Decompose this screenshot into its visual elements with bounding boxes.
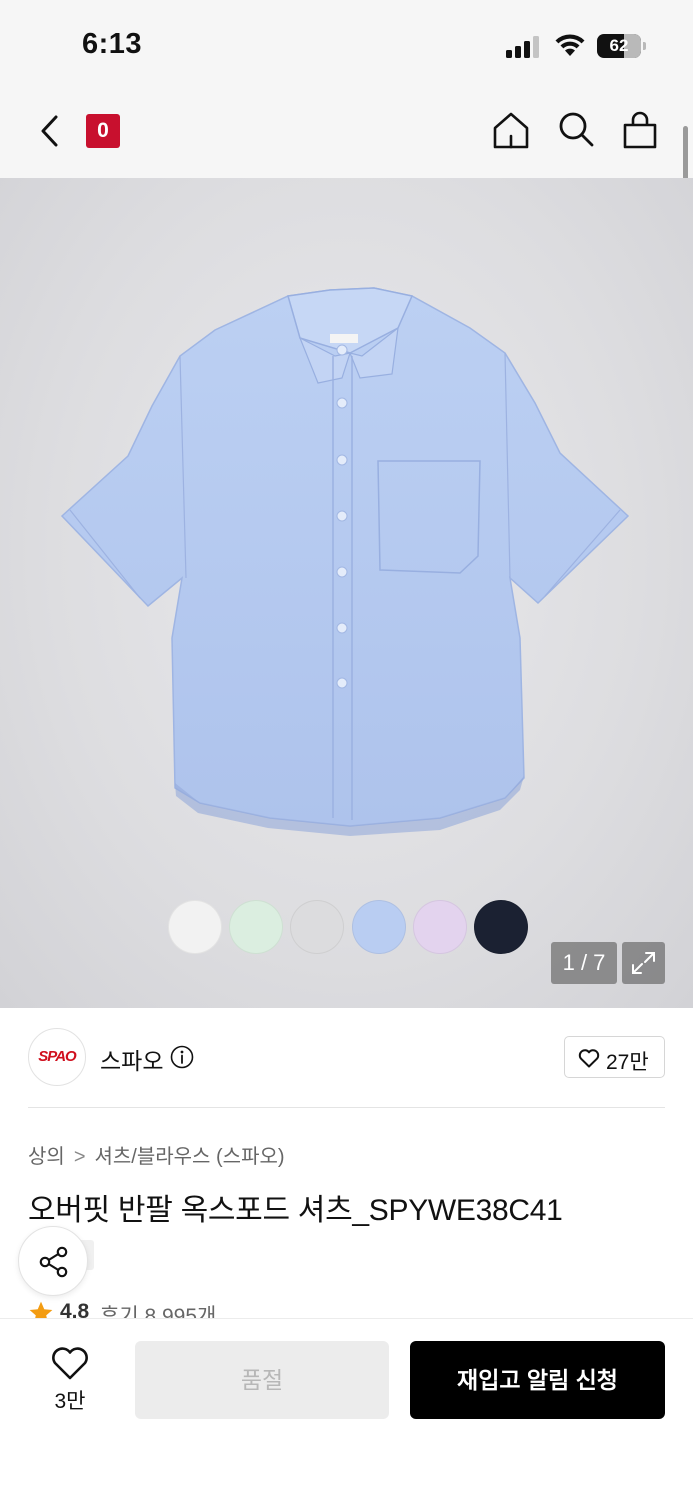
product-image bbox=[60, 287, 630, 836]
brand-like-count: 27만 bbox=[606, 1051, 649, 1074]
expand-icon bbox=[632, 952, 655, 974]
review-count: 후기 8,995개 bbox=[100, 1305, 217, 1320]
share-icon bbox=[39, 1246, 68, 1278]
divider bbox=[28, 1107, 665, 1108]
status-bar: 6:13 62 bbox=[0, 0, 693, 92]
brand-badge[interactable]: 0 bbox=[86, 114, 120, 148]
heart-icon[interactable] bbox=[50, 1345, 90, 1381]
expand-image-button[interactable] bbox=[622, 942, 665, 984]
image-page-counter: 1 / 7 bbox=[551, 942, 617, 984]
shopping-bag-icon[interactable] bbox=[620, 110, 660, 150]
breadcrumb: 상의 > 셔츠/블라우스 (스파오) bbox=[28, 1140, 285, 1169]
breadcrumb-category[interactable]: 상의 bbox=[28, 1146, 65, 1168]
home-icon[interactable] bbox=[491, 110, 531, 150]
breadcrumb-subcategory[interactable]: 셔츠/블라우스 (스파오) bbox=[95, 1146, 285, 1168]
share-button[interactable] bbox=[18, 1226, 88, 1296]
back-icon[interactable] bbox=[34, 112, 68, 150]
cellular-signal-icon bbox=[506, 36, 542, 58]
sold-out-button[interactable]: 품절 bbox=[135, 1341, 389, 1419]
product-image-carousel[interactable]: 1 / 7 bbox=[0, 178, 693, 1008]
color-swatch[interactable] bbox=[290, 900, 344, 954]
restock-alert-button[interactable]: 재입고 알림 신청 bbox=[410, 1341, 665, 1419]
info-icon[interactable] bbox=[170, 1045, 194, 1069]
brand-like-button[interactable]: 27만 bbox=[564, 1036, 665, 1078]
color-swatch[interactable] bbox=[168, 900, 222, 954]
brand-logo[interactable]: SPAO bbox=[28, 1028, 86, 1086]
color-swatch[interactable] bbox=[229, 900, 283, 954]
bottom-action-bar: 3만 품절 재입고 알림 신청 bbox=[0, 1318, 693, 1500]
status-time: 6:13 bbox=[82, 28, 143, 60]
wifi-icon bbox=[555, 34, 585, 56]
rating-value: 4.8 bbox=[60, 1300, 90, 1320]
search-icon[interactable] bbox=[556, 110, 596, 150]
chevron-right-icon: > bbox=[73, 1146, 86, 1168]
brand-row: SPAO 스파오 27만 bbox=[0, 1008, 693, 1108]
color-swatch[interactable] bbox=[413, 900, 467, 954]
battery-level: 62 bbox=[609, 36, 629, 55]
product-title: 오버핏 반팔 옥스포드 셔츠_SPYWE38C41 bbox=[28, 1194, 563, 1227]
rating-row[interactable]: 4.8 후기 8,995개 bbox=[28, 1298, 268, 1320]
color-swatch[interactable] bbox=[352, 900, 406, 954]
battery-icon: 62 bbox=[597, 34, 647, 58]
brand-name[interactable]: 스파오 bbox=[100, 1042, 163, 1076]
color-swatch[interactable] bbox=[474, 900, 528, 954]
wishlist-count: 3만 bbox=[54, 1390, 86, 1413]
color-swatches bbox=[168, 900, 528, 954]
star-icon bbox=[29, 1301, 53, 1320]
heart-icon bbox=[578, 1049, 600, 1068]
nav-bar: 0 bbox=[0, 92, 693, 178]
